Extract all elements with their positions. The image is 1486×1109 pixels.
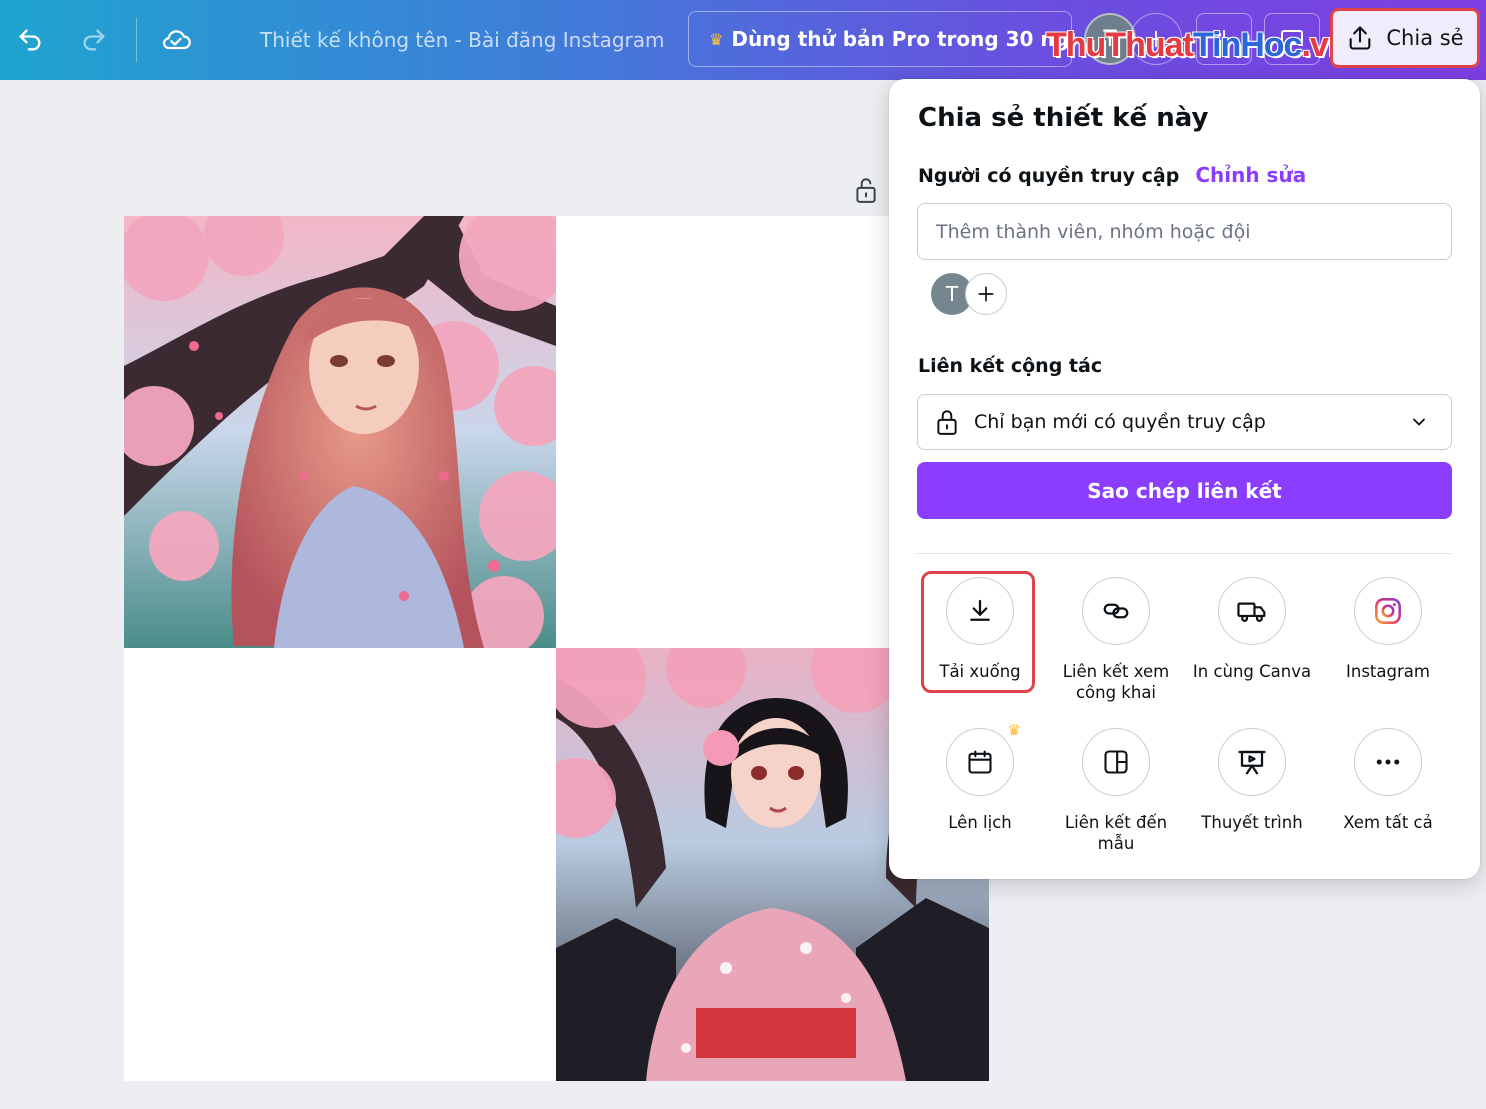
share-button[interactable]: Chia sẻ xyxy=(1330,8,1480,68)
comments-button[interactable] xyxy=(1264,13,1320,65)
instagram-label: Instagram xyxy=(1346,662,1430,681)
link-icon-wrap xyxy=(1082,577,1150,645)
instagram-icon-wrap xyxy=(1354,577,1422,645)
more-icon-wrap xyxy=(1354,728,1422,796)
chart-icon xyxy=(1223,29,1225,49)
redo-button[interactable] xyxy=(72,18,116,62)
share-button-label: Chia sẻ xyxy=(1386,26,1464,50)
design-page[interactable] xyxy=(124,216,989,1081)
truck-icon xyxy=(1237,602,1266,622)
present-label: Thuyết trình xyxy=(1201,813,1303,832)
collab-access-select[interactable]: Chỉ bạn mới có quyền truy cập xyxy=(917,394,1452,450)
download-action[interactable]: Tải xuống xyxy=(912,577,1048,682)
download-label: Tải xuống xyxy=(939,662,1021,681)
see-all-action[interactable]: Xem tất cả xyxy=(1320,728,1456,833)
template-link-label: Liên kết đến mẫu xyxy=(1064,813,1168,853)
copy-link-button[interactable]: Sao chép liên kết xyxy=(917,462,1452,519)
panel-divider xyxy=(917,553,1452,554)
public-view-link-action[interactable]: Liên kết xem công khai xyxy=(1048,577,1184,703)
presentation-icon-wrap xyxy=(1218,728,1286,796)
add-member-input[interactable] xyxy=(917,203,1452,260)
print-with-canva-action[interactable]: In cùng Canva xyxy=(1184,577,1320,682)
collab-access-value: Chỉ bạn mới có quyền truy cập xyxy=(974,411,1266,433)
chevron-down-icon xyxy=(1413,418,1425,426)
share-upload-icon xyxy=(1350,26,1371,50)
schedule-action[interactable]: ♛ Lên lịch xyxy=(912,721,1048,833)
add-collaborator-button[interactable] xyxy=(1130,13,1182,65)
pro-trial-label: Dùng thử bản Pro trong 30 ngày xyxy=(731,27,1072,51)
lock-icon xyxy=(937,410,957,435)
top-bar: Thiết kế không tên - Bài đăng Instagram … xyxy=(0,0,1486,80)
redo-icon xyxy=(83,29,105,51)
plus-icon xyxy=(978,286,994,302)
anime-girl-long-hair-image[interactable] xyxy=(124,216,556,648)
see-all-label: Xem tất cả xyxy=(1343,813,1433,832)
truck-icon-wrap xyxy=(1218,577,1286,645)
undo-button[interactable] xyxy=(8,18,52,62)
access-row: Người có quyền truy cập Chỉnh sửa xyxy=(918,163,1306,187)
document-title[interactable]: Thiết kế không tên - Bài đăng Instagram xyxy=(260,24,665,56)
present-action[interactable]: Thuyết trình xyxy=(1184,728,1320,833)
collab-link-label: Liên kết cộng tác xyxy=(918,355,1103,377)
panel-title: Chia sẻ thiết kế này xyxy=(918,103,1209,133)
lock-open-icon[interactable] xyxy=(853,176,879,208)
presentation-icon xyxy=(1238,750,1266,775)
public-view-link-label: Liên kết xem công khai xyxy=(1062,662,1170,702)
template-icon-wrap xyxy=(1082,728,1150,796)
pro-trial-button[interactable]: ♛ Dùng thử bản Pro trong 30 ngày xyxy=(688,11,1072,67)
pro-crown-icon: ♛ xyxy=(1007,721,1021,739)
access-label: Người có quyền truy cập xyxy=(918,165,1180,187)
template-icon xyxy=(1104,750,1128,774)
download-icon-wrap xyxy=(946,577,1014,645)
edit-access-link[interactable]: Chỉnh sửa xyxy=(1195,163,1306,187)
instagram-action[interactable]: Instagram xyxy=(1320,577,1456,682)
calendar-icon-wrap: ♛ xyxy=(946,721,1021,796)
analytics-button[interactable] xyxy=(1196,13,1252,65)
calendar-icon xyxy=(968,750,992,774)
undo-icon xyxy=(19,29,41,51)
crown-icon: ♛ xyxy=(709,29,724,49)
share-panel: Chia sẻ thiết kế này Người có quyền truy… xyxy=(889,79,1480,879)
more-icon xyxy=(1376,759,1400,765)
schedule-label: Lên lịch xyxy=(948,813,1012,832)
user-avatar[interactable]: T xyxy=(1084,13,1136,65)
plus-icon xyxy=(1147,30,1165,48)
instagram-icon xyxy=(1375,598,1401,624)
print-with-canva-label: In cùng Canva xyxy=(1192,662,1312,681)
add-member-button[interactable] xyxy=(965,273,1007,315)
template-link-action[interactable]: Liên kết đến mẫu xyxy=(1048,728,1184,854)
comment-icon xyxy=(1281,30,1303,49)
cloud-save-button[interactable] xyxy=(154,18,198,62)
link-icon xyxy=(1103,603,1129,619)
download-icon xyxy=(970,599,990,621)
toolbar-separator xyxy=(136,18,137,62)
cloud-check-icon xyxy=(162,30,191,50)
